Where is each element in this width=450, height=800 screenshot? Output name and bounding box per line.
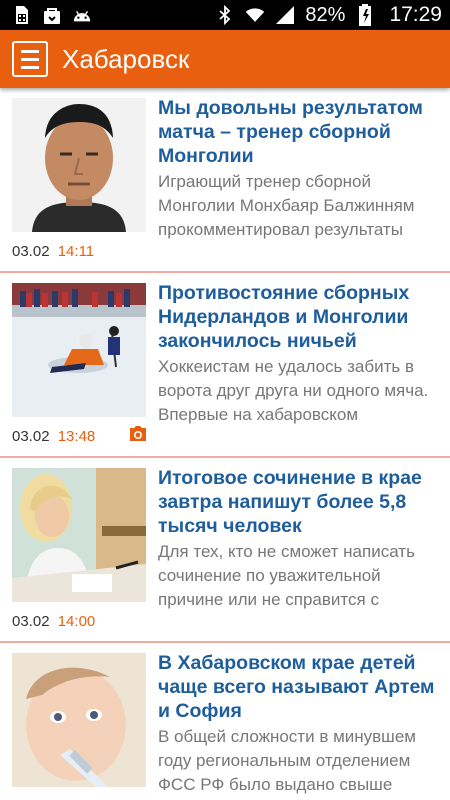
news-lead: Для тех, кто не сможет написать сочинени… [158, 542, 415, 609]
news-headline[interactable]: Итоговое сочинение в крае завтра напишут… [158, 466, 444, 538]
news-time: 14:11 [57, 243, 95, 260]
sim-icon [12, 5, 32, 25]
news-lead: В общей сложности в минувшем году регион… [158, 727, 416, 794]
android-icon [72, 5, 92, 25]
news-thumbnail-coach[interactable] [12, 98, 146, 232]
news-date: 03.02 [12, 243, 50, 260]
news-time: 14:00 [57, 613, 96, 630]
camera-icon [128, 425, 148, 443]
news-thumbnail-hockey[interactable] [12, 283, 146, 417]
page-title: Хабаровск [62, 43, 190, 74]
wifi-icon [245, 5, 265, 25]
news-item[interactable]: Итоговое сочинение в крае завтра напишут… [0, 458, 450, 643]
news-thumbnail-baby[interactable] [12, 653, 146, 787]
news-item[interactable]: Противостояние сборных Нидерландов и Мон… [0, 273, 450, 458]
battery-icon [355, 4, 375, 26]
news-thumbnail-exam[interactable] [12, 468, 146, 602]
status-bar: 82% 17:29 [0, 0, 450, 30]
news-timestamp: 03.02 14:11 [12, 243, 94, 260]
news-timestamp: 03.02 13:48 [12, 428, 95, 445]
hamburger-menu-icon[interactable] [12, 41, 48, 77]
news-feed[interactable]: Мы довольны результатом матча – тренер с… [0, 88, 450, 800]
status-right: 82% 17:29 [215, 3, 442, 27]
news-lead: Играющий тренер сборной Монголии Монхбая… [158, 172, 415, 239]
status-left [12, 5, 92, 25]
news-time: 13:48 [57, 428, 96, 445]
news-item[interactable]: В Хабаровском крае детей чаще всего назы… [0, 643, 450, 800]
news-date: 03.02 [12, 613, 50, 630]
signal-icon [275, 5, 295, 25]
clock: 17:29 [389, 3, 442, 26]
battery-percent: 82% [305, 3, 346, 26]
news-headline[interactable]: Противостояние сборных Нидерландов и Мон… [158, 281, 444, 353]
bluetooth-icon [215, 5, 235, 25]
app-bar: Хабаровск [0, 30, 450, 88]
news-lead: Хоккеистам не удалось забить в ворота др… [158, 357, 429, 424]
bag-icon [42, 5, 62, 25]
news-date: 03.02 [12, 428, 50, 445]
news-headline[interactable]: Мы довольны результатом матча – тренер с… [158, 96, 444, 168]
news-item[interactable]: Мы довольны результатом матча – тренер с… [0, 88, 450, 273]
news-headline[interactable]: В Хабаровском крае детей чаще всего назы… [158, 651, 444, 723]
news-timestamp: 03.02 14:00 [12, 613, 95, 630]
